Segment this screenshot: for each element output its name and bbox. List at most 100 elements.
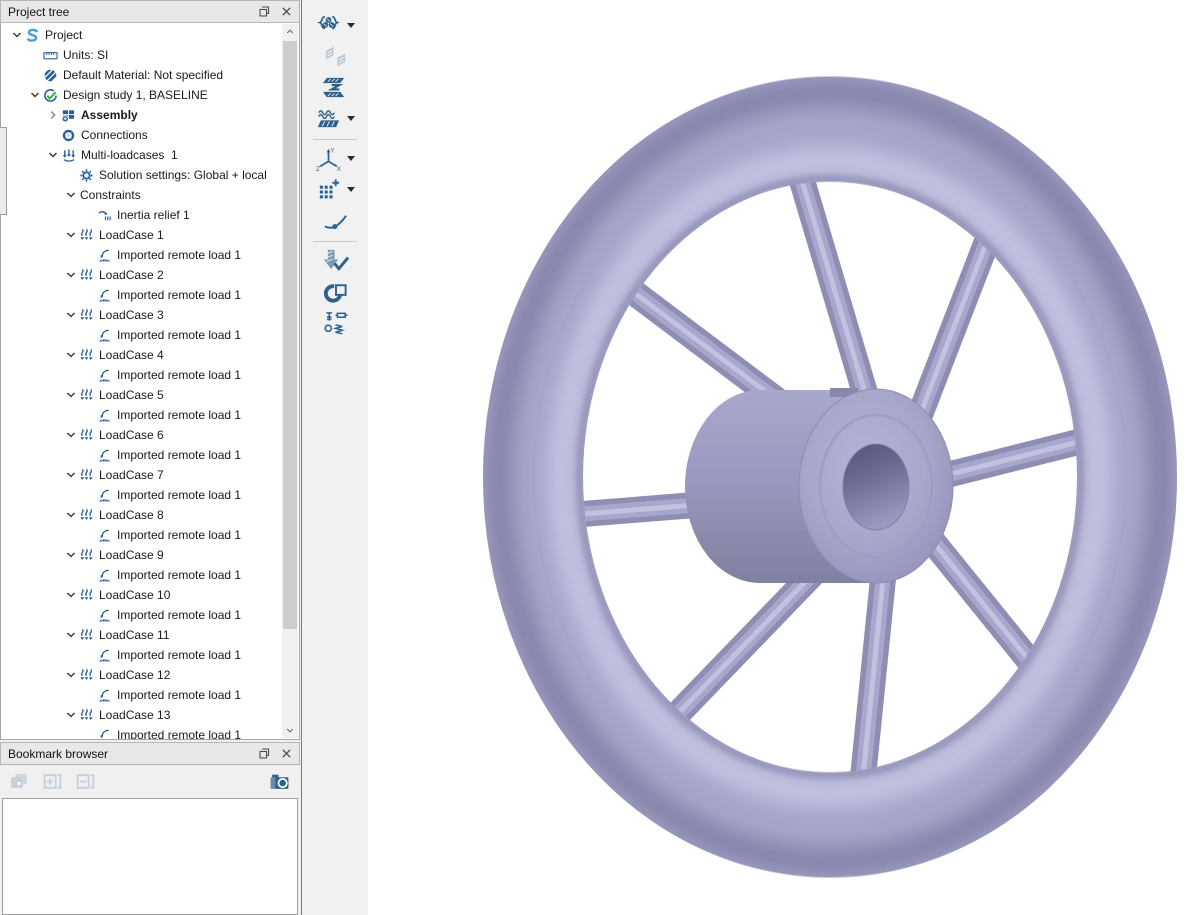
tree-row[interactable]: Imported remote load 1	[1, 365, 282, 385]
chevron-icon[interactable]	[83, 409, 97, 421]
tree-row[interactable]: Imported remote load 1	[1, 245, 282, 265]
tree-scrollbar[interactable]	[282, 24, 298, 738]
chevron-icon[interactable]	[83, 369, 97, 381]
collapsed-panel-tab[interactable]	[0, 127, 7, 215]
scroll-up-icon[interactable]	[282, 24, 298, 40]
chevron-down-icon[interactable]	[65, 269, 79, 281]
chevron-down-icon[interactable]	[65, 389, 79, 401]
close-panel-icon[interactable]	[277, 3, 295, 21]
tree-row[interactable]: Imported remote load 1	[1, 645, 282, 665]
tree-row[interactable]: LoadCase 11	[1, 625, 282, 645]
tree-row[interactable]: Default Material: Not specified	[1, 65, 282, 85]
plates-contact-button[interactable]	[322, 42, 349, 71]
tree-row[interactable]: LoadCase 5	[1, 385, 282, 405]
chevron-down-icon[interactable]	[11, 29, 25, 41]
braces-connections-button[interactable]	[315, 11, 355, 40]
chevron-down-icon[interactable]	[65, 309, 79, 321]
tree-row[interactable]: Assembly	[1, 105, 282, 125]
hatched-arrow-check-button[interactable]	[322, 246, 349, 275]
tree-row[interactable]: Design study 1, BASELINE	[1, 85, 282, 105]
scrollbar-thumb[interactable]	[283, 41, 297, 629]
dropdown-arrow-icon[interactable]	[347, 156, 355, 161]
tree-row[interactable]: LoadCase 8	[1, 505, 282, 525]
chevron-icon[interactable]	[83, 449, 97, 461]
chevron-down-icon[interactable]	[65, 189, 79, 201]
chevron-down-icon[interactable]	[65, 549, 79, 561]
chevron-icon[interactable]	[83, 569, 97, 581]
tree-row[interactable]: LoadCase 12	[1, 665, 282, 685]
chevron-down-icon[interactable]	[65, 589, 79, 601]
chevron-icon[interactable]	[83, 649, 97, 661]
tree-row[interactable]: Imported remote load 1	[1, 605, 282, 625]
tree-row[interactable]: Imported remote load 1	[1, 525, 282, 545]
tree-row[interactable]: Imported remote load 1	[1, 285, 282, 305]
float-panel-icon[interactable]	[255, 3, 273, 21]
chevron-down-icon[interactable]	[65, 469, 79, 481]
tree-row[interactable]: Imported remote load 1	[1, 445, 282, 465]
chevron-down-icon[interactable]	[65, 669, 79, 681]
dropdown-arrow-icon[interactable]	[347, 23, 355, 28]
tree-row[interactable]: Imported remote load 1	[1, 325, 282, 345]
bookmark-add-button[interactable]	[39, 769, 65, 795]
chevron-down-icon[interactable]	[65, 509, 79, 521]
tree-row[interactable]: LoadCase 6	[1, 425, 282, 445]
close-panel-icon[interactable]	[277, 745, 295, 763]
tree-row[interactable]: Units: SI	[1, 45, 282, 65]
bolt-spring-button[interactable]	[322, 308, 349, 337]
chevron-down-icon[interactable]	[65, 629, 79, 641]
chevron-icon[interactable]	[47, 129, 61, 141]
bookmark-remove-button[interactable]	[72, 769, 98, 795]
chevron-icon[interactable]	[83, 249, 97, 261]
chevron-icon[interactable]	[83, 209, 97, 221]
tree-row[interactable]: Imported remote load 1	[1, 565, 282, 585]
chevron-icon[interactable]	[83, 289, 97, 301]
tree-row[interactable]: LoadCase 7	[1, 465, 282, 485]
chevron-down-icon[interactable]	[47, 149, 61, 161]
chevron-right-icon[interactable]	[47, 109, 61, 121]
tree-row[interactable]: Solution settings: Global + local	[1, 165, 282, 185]
tree-row[interactable]: Project	[1, 25, 282, 45]
tree-row[interactable]: LoadCase 10	[1, 585, 282, 605]
tree-row[interactable]: Inertia relief 1	[1, 205, 282, 225]
scroll-down-icon[interactable]	[282, 722, 298, 738]
chevron-down-icon[interactable]	[65, 709, 79, 721]
chevron-icon[interactable]	[83, 609, 97, 621]
tree-row[interactable]: LoadCase 1	[1, 225, 282, 245]
chevron-icon[interactable]	[83, 529, 97, 541]
chevron-icon[interactable]	[83, 489, 97, 501]
tree-row[interactable]: Constraints	[1, 185, 282, 205]
chevron-icon[interactable]	[83, 329, 97, 341]
chevron-icon[interactable]	[83, 729, 97, 739]
chevron-down-icon[interactable]	[65, 429, 79, 441]
viewport-3d[interactable]	[368, 0, 1192, 915]
bookmark-browser-titlebar[interactable]: Bookmark browser	[0, 742, 300, 765]
tree-row[interactable]: LoadCase 2	[1, 265, 282, 285]
hatch-wave-button[interactable]	[315, 104, 355, 133]
tree-row[interactable]: Multi-loadcases 1	[1, 145, 282, 165]
chevron-icon[interactable]	[65, 169, 79, 181]
tree-row[interactable]: LoadCase 13	[1, 705, 282, 725]
tree-row[interactable]: LoadCase 3	[1, 305, 282, 325]
bookmark-stack-button[interactable]	[6, 769, 32, 795]
dot-grid-plus-button[interactable]	[315, 175, 355, 204]
chevron-icon[interactable]	[29, 49, 43, 61]
plates-bonded-button[interactable]	[322, 73, 349, 102]
chevron-icon[interactable]	[83, 689, 97, 701]
chevron-down-icon[interactable]	[65, 349, 79, 361]
rotate-square-button[interactable]	[322, 277, 349, 306]
tree-row[interactable]: LoadCase 4	[1, 345, 282, 365]
tree-row[interactable]: Connections	[1, 125, 282, 145]
curve-point-button[interactable]	[322, 206, 349, 235]
project-tree-titlebar[interactable]: Project tree	[0, 0, 300, 23]
chevron-down-icon[interactable]	[65, 229, 79, 241]
dropdown-arrow-icon[interactable]	[347, 116, 355, 121]
chevron-icon[interactable]	[29, 69, 43, 81]
camera-button[interactable]	[266, 769, 292, 795]
axes-triad-button[interactable]	[315, 144, 355, 173]
dropdown-arrow-icon[interactable]	[347, 187, 355, 192]
tree-row[interactable]: Imported remote load 1	[1, 725, 282, 739]
tree-row[interactable]: Imported remote load 1	[1, 405, 282, 425]
chevron-down-icon[interactable]	[29, 89, 43, 101]
tree-row[interactable]: Imported remote load 1	[1, 485, 282, 505]
float-panel-icon[interactable]	[255, 745, 273, 763]
